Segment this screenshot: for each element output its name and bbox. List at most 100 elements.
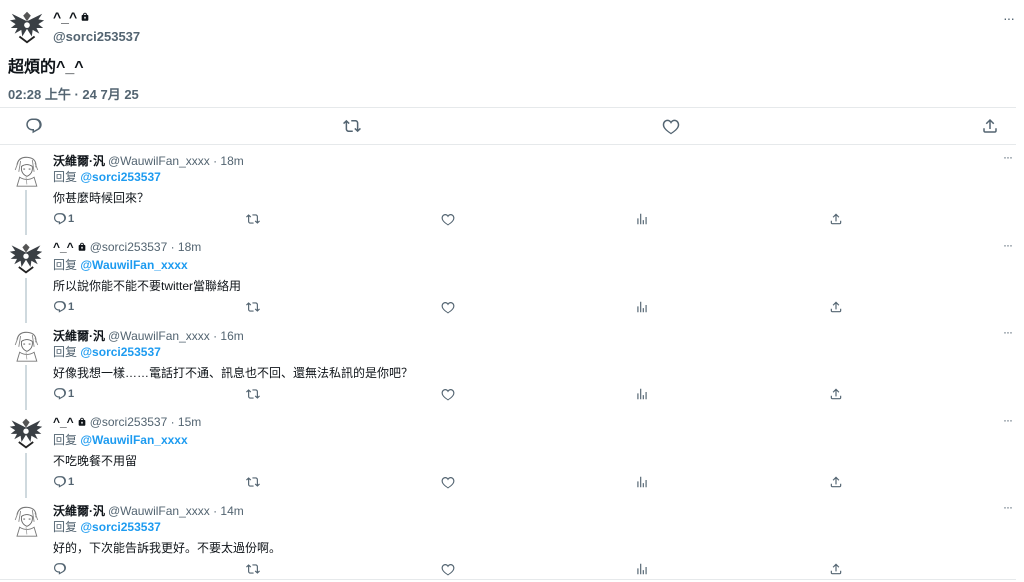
retweet-icon[interactable] [246,300,260,314]
divider [0,144,1016,145]
tweet-text: 好的，下次能告訴我更好。不要太過份啊。 [53,541,282,555]
tweet-text: 超煩的^_^ [8,59,84,76]
mention-link[interactable]: @sorci253537 [80,170,160,184]
action-bar: 1 [0,475,1024,491]
views-icon[interactable] [635,562,649,576]
share-icon[interactable] [829,475,843,489]
reply-tweet[interactable]: ^_^ @sorci253537 · 15m ··· 回复 @WauwilFan… [0,409,1024,498]
avatar[interactable] [8,415,44,451]
reply-icon[interactable] [25,117,43,135]
reply-tweet[interactable]: ^_^ @sorci253537 · 18m ··· 回复 @WauwilFan… [0,234,1024,323]
more-options-button[interactable]: ··· [1003,238,1013,252]
more-options-button[interactable]: ··· [1003,500,1013,514]
avatar[interactable] [8,8,46,46]
like-icon[interactable] [441,387,455,401]
share-icon[interactable] [829,562,843,576]
avatar[interactable] [8,327,44,363]
reply-header: 沃維爾·汎 @WauwilFan_xxxx · 16m [53,327,244,344]
author-name[interactable]: ^_^ [53,415,74,429]
action-bar: 1 [0,212,1024,228]
divider [0,107,1016,108]
like-icon[interactable] [441,562,455,576]
replying-to-label: 回复 [53,258,78,272]
lock-icon [77,417,87,427]
tweet-text: 好像我想一樣……電話打不通、訊息也不回、還無法私訊的是你吧？ [53,366,414,380]
reply-tweet[interactable]: 沃維爾·汎 @WauwilFan_xxxx · 14m ··· 回复 @sorc… [0,496,1024,582]
reply-icon[interactable] [53,300,67,314]
retweet-icon[interactable] [246,562,260,576]
reply-tweet[interactable]: 沃維爾·汎 @WauwilFan_xxxx · 18m ··· 回复 @sorc… [0,146,1024,235]
views-icon[interactable] [635,387,649,401]
tweet-text: 所以說你能不能不要twitter當聯絡用 [53,279,242,293]
more-options-button[interactable]: ··· [1003,10,1015,26]
more-options-button[interactable]: ··· [1003,413,1013,427]
share-icon[interactable] [981,117,999,135]
replying-to-label: 回复 [53,345,78,359]
lock-icon [80,12,90,22]
mention-link[interactable]: @sorci253537 [80,520,160,534]
retweet-icon[interactable] [343,117,361,135]
more-options-button[interactable]: ··· [1003,325,1013,339]
retweet-icon[interactable] [246,387,260,401]
avatar[interactable] [8,152,44,188]
author-name[interactable]: 沃維爾·汎 [53,152,105,169]
replying-to: 回复 @sorci253537 [53,518,161,535]
author-name-text[interactable]: ^_^ [53,9,77,25]
mention-link[interactable]: @WauwilFan_xxxx [80,258,187,272]
share-icon[interactable] [829,387,843,401]
tweet-timestamp[interactable]: 02:28 上午 · 24 7月 25 [8,84,139,103]
author-handle[interactable]: @sorci253537 [53,29,140,44]
reply-count: 1 [68,213,75,225]
more-options-button[interactable]: ··· [1003,150,1013,164]
mention-link[interactable]: @WauwilFan_xxxx [80,433,187,447]
reply-icon[interactable] [53,387,67,401]
author-name[interactable]: ^_^ [53,9,90,25]
reply-count: 1 [68,301,75,313]
reply-header: ^_^ @sorci253537 · 18m [53,240,201,254]
handle-time[interactable]: @sorci253537 · 18m [90,240,202,254]
author-name[interactable]: 沃維爾·汎 [53,502,105,519]
handle-time[interactable]: @WauwilFan_xxxx · 16m [108,329,244,343]
handle-time[interactable]: @sorci253537 · 15m [90,415,202,429]
reply-icon[interactable] [53,562,67,576]
action-bar: 1 [0,300,1024,316]
replying-to: 回复 @sorci253537 [53,168,161,185]
views-icon[interactable] [635,475,649,489]
replying-to-label: 回复 [53,433,78,447]
views-icon[interactable] [635,300,649,314]
reply-count: 1 [68,388,75,400]
action-bar [0,562,1024,578]
views-icon[interactable] [635,212,649,226]
like-icon[interactable] [441,300,455,314]
like-icon[interactable] [441,212,455,226]
reply-header: 沃維爾·汎 @WauwilFan_xxxx · 18m [53,152,244,169]
divider [0,579,1016,580]
author-name[interactable]: ^_^ [53,240,74,254]
avatar[interactable] [8,240,44,276]
retweet-icon[interactable] [246,475,260,489]
replying-to-label: 回复 [53,170,78,184]
reply-header: ^_^ @sorci253537 · 15m [53,415,201,429]
handle-time[interactable]: @WauwilFan_xxxx · 14m [108,504,244,518]
tweet-text: 不吃晚餐不用留 [53,454,138,468]
replying-to: 回复 @sorci253537 [53,343,161,360]
reply-tweet[interactable]: 沃維爾·汎 @WauwilFan_xxxx · 16m ··· 回复 @sorc… [0,321,1024,410]
reply-icon[interactable] [53,212,67,226]
retweet-icon[interactable] [246,212,260,226]
replying-to-label: 回复 [53,520,78,534]
tweet-thread: ^_^ @sorci253537 ··· 超煩的^_^ 02:28 上午 · 2… [0,0,1024,582]
action-bar: 1 [0,387,1024,403]
mention-link[interactable]: @sorci253537 [80,345,160,359]
replying-to: 回复 @WauwilFan_xxxx [53,431,188,448]
handle-time[interactable]: @WauwilFan_xxxx · 18m [108,154,244,168]
replying-to: 回复 @WauwilFan_xxxx [53,256,188,273]
lock-icon [77,242,87,252]
share-icon[interactable] [829,300,843,314]
like-icon[interactable] [441,475,455,489]
like-icon[interactable] [662,117,680,135]
share-icon[interactable] [829,212,843,226]
avatar[interactable] [8,502,44,538]
author-name[interactable]: 沃維爾·汎 [53,327,105,344]
tweet-text: 你甚麼時候回來？ [53,191,150,205]
reply-icon[interactable] [53,475,67,489]
